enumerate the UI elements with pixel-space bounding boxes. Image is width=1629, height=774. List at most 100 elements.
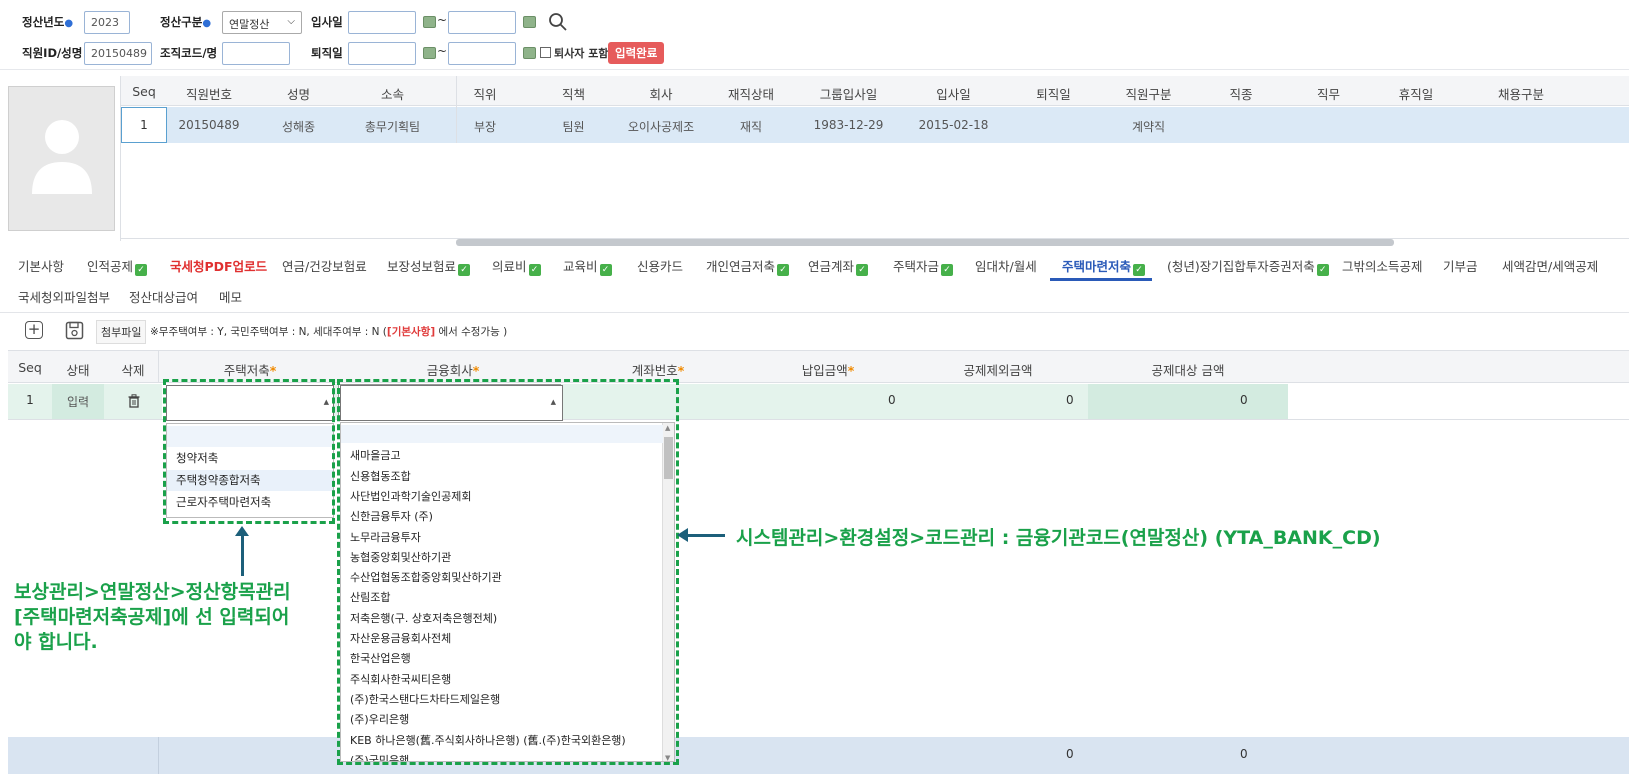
tab-8[interactable]: 개인연금저축 ✓ — [706, 256, 790, 276]
calendar-icon[interactable] — [423, 16, 436, 28]
column-header[interactable]: 회사 — [616, 84, 706, 103]
settle-type-select[interactable]: 연말정산 ⌵ — [222, 11, 302, 34]
calendar-icon[interactable] — [523, 16, 536, 28]
check-icon: ✓ — [777, 264, 790, 276]
seq-cell: 1 — [26, 393, 34, 407]
tab-1[interactable]: 인적공제 ✓ — [87, 256, 148, 276]
tab-label: 임대차/월세 — [975, 259, 1037, 274]
bank-highlight-box — [337, 379, 679, 765]
column-header[interactable]: 퇴직일 — [1006, 84, 1101, 103]
table-cell: 오이사공제조 — [627, 120, 695, 134]
tab-row2-2[interactable]: 메모 — [219, 287, 242, 306]
column-header[interactable]: Seq — [121, 84, 167, 99]
basic-info-link[interactable]: [기본사항] — [387, 326, 435, 338]
column-header-label: 계좌번호 — [631, 363, 678, 378]
tab-4[interactable]: 보장성보험료 ✓ — [387, 256, 471, 276]
calendar-icon[interactable] — [423, 47, 436, 59]
column-header[interactable]: 성명 — [251, 84, 346, 103]
column-header[interactable]: 직위 — [439, 84, 531, 103]
table-cell: 팀원 — [562, 120, 585, 134]
table-cell: 재직 — [739, 120, 763, 134]
required-marker-icon: * — [677, 363, 685, 378]
column-header[interactable]: 채용구분 — [1461, 84, 1581, 103]
column-header[interactable]: 직원번호 — [167, 84, 251, 103]
table-cell: 20150489 — [178, 118, 240, 132]
required-marker-icon: * — [472, 363, 480, 378]
column-header[interactable]: 직원구분 — [1101, 84, 1196, 103]
column-header[interactable]: 직무 — [1286, 84, 1371, 103]
column-header-label: 삭제 — [121, 363, 145, 378]
column-header[interactable]: 계좌번호* — [568, 360, 748, 379]
check-icon: ✓ — [856, 264, 869, 276]
tab-11[interactable]: 임대차/월세 — [975, 256, 1037, 275]
add-row-icon[interactable]: + — [25, 321, 43, 339]
table-row[interactable]: 1 20150489 성해종 총무기획팀 부장 팀원 오이사공제조 재직 1983-12-29 2… — [121, 107, 1629, 143]
tab-3[interactable]: 연금/건강보험료 — [282, 256, 367, 275]
calendar-icon[interactable] — [523, 47, 536, 59]
column-header[interactable]: 재직상태 — [706, 84, 796, 103]
tab-row2-0[interactable]: 국세청외파일첨부 — [18, 287, 110, 306]
column-header[interactable]: 직종 — [1196, 84, 1286, 103]
column-header[interactable]: 휴직일 — [1371, 84, 1461, 103]
column-header[interactable]: 상태 — [52, 360, 104, 379]
hire-date-to-input[interactable] — [448, 11, 516, 34]
tab-label: 보장성보험료 — [387, 259, 457, 274]
hire-date-label: 입사일 — [311, 15, 343, 29]
column-header[interactable]: 공제대상 금액 — [1088, 360, 1288, 379]
save-icon[interactable] — [65, 321, 84, 340]
column-header[interactable]: 금융회사* — [338, 360, 568, 379]
include-retired-checkbox[interactable] — [540, 47, 551, 58]
column-header[interactable]: 직책 — [531, 84, 616, 103]
check-icon: ✓ — [135, 264, 148, 276]
retire-date-to-input[interactable] — [448, 42, 516, 65]
retire-date-from-input[interactable] — [348, 42, 416, 65]
range-separator: ~ — [437, 44, 448, 58]
tab-row2-1[interactable]: 정산대상급여 — [129, 287, 198, 306]
avatar-placeholder-icon — [32, 120, 92, 194]
column-header[interactable]: 주택저축* — [162, 360, 338, 379]
column-header[interactable]: Seq — [8, 360, 52, 375]
horizontal-scrollbar[interactable] — [456, 239, 1394, 246]
tab-label: (청년)장기집합투자증권저축 — [1167, 259, 1315, 274]
tab-9[interactable]: 연금계좌 ✓ — [808, 256, 869, 276]
toolbar: + 첨부파일 ※무주택여부 : Y, 국민주택여부 : N, 세대주여부 : N… — [0, 316, 1629, 346]
tab-label: 세액감면/세액공제 — [1502, 259, 1599, 274]
tab-10[interactable]: 주택자금 ✓ — [893, 256, 954, 276]
column-header[interactable]: 삭제 — [104, 360, 162, 379]
tab-6[interactable]: 교육비 ✓ — [563, 256, 612, 276]
org-code-input[interactable] — [222, 42, 290, 65]
column-header-label: 상태 — [66, 363, 90, 378]
year-input[interactable]: 2023 — [84, 11, 130, 34]
table-cell: 부장 — [473, 120, 497, 134]
tab-12[interactable]: 주택마련저축 ✓ — [1062, 256, 1146, 276]
hire-date-from-input[interactable] — [348, 11, 416, 34]
tab-14[interactable]: 그밖의소득공제 — [1342, 256, 1423, 275]
tab-0[interactable]: 기본사항 — [18, 256, 64, 275]
tab-7[interactable]: 신용카드 — [637, 256, 683, 275]
column-header[interactable]: 소속 — [346, 84, 439, 103]
tab-13[interactable]: (청년)장기집합투자증권저축 ✓ — [1167, 256, 1329, 276]
tab-label: 인적공제 — [87, 259, 134, 274]
check-icon: ✓ — [1316, 264, 1329, 276]
tab-15[interactable]: 기부금 — [1443, 256, 1478, 275]
column-header[interactable]: 그룹입사일 — [796, 84, 901, 103]
employee-id-input[interactable]: 20150489 — [84, 42, 152, 65]
trash-icon[interactable] — [128, 394, 140, 408]
tab-label: 연금계좌 — [808, 259, 855, 274]
column-header[interactable]: 납입금액* — [748, 360, 908, 379]
footer-target: 0 — [1240, 747, 1248, 761]
column-header[interactable]: 공제제외금액 — [908, 360, 1088, 379]
tab-5[interactable]: 의료비 ✓ — [492, 256, 541, 276]
annotation-arrow-line — [688, 534, 725, 537]
attach-file-button[interactable]: 첨부파일 — [96, 320, 147, 344]
tab-label: 교육비 — [563, 259, 598, 274]
tab-label: 주택자금 — [893, 259, 940, 274]
search-icon[interactable] — [548, 12, 568, 32]
employee-grid: Seq 직원번호 성명 소속 직위 직책 회사 재직상태 그룹입사일 입사일 퇴직일 직원구분 직종 직무… — [120, 76, 1629, 246]
employee-photo — [8, 86, 115, 231]
column-header-label: 납입금액 — [801, 363, 848, 378]
tab-16[interactable]: 세액감면/세액공제 — [1502, 256, 1598, 275]
target-cell-bg — [1088, 384, 1288, 419]
tab-2[interactable]: 국세청PDF업로드 — [170, 256, 267, 275]
column-header[interactable]: 입사일 — [901, 84, 1006, 103]
